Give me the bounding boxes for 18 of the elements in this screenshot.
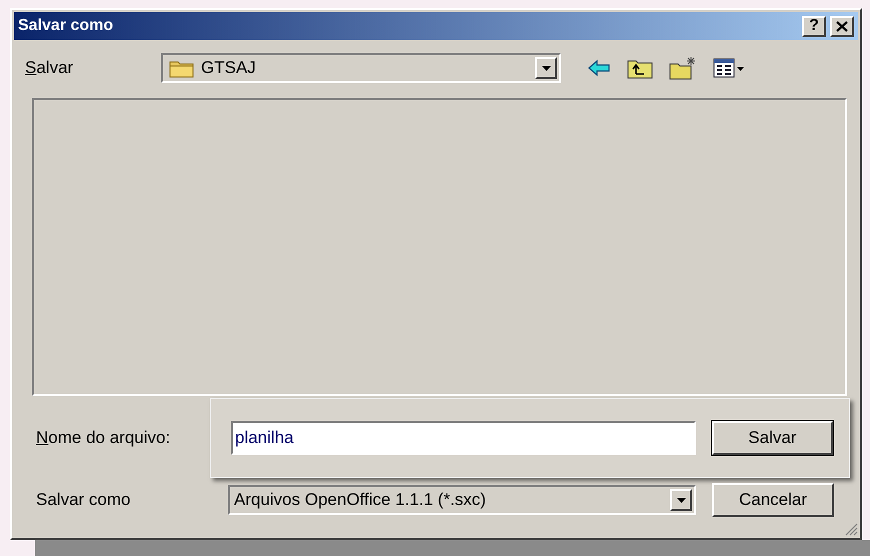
file-type-value: Arquivos OpenOffice 1.1.1 (*.sxc)	[234, 490, 487, 510]
cancel-button[interactable]: Cancelar	[712, 483, 834, 517]
back-arrow-icon[interactable]	[587, 59, 611, 77]
window-title: Salvar como	[18, 17, 114, 35]
save-in-label: Salvar	[25, 58, 74, 78]
view-menu-icon[interactable]	[713, 58, 745, 78]
new-folder-icon[interactable]	[669, 56, 697, 80]
resize-grip-icon[interactable]	[844, 522, 858, 536]
help-button[interactable]: ?	[802, 16, 826, 36]
file-type-label: Salvar como	[36, 490, 132, 510]
close-button[interactable]	[830, 16, 854, 36]
save-button[interactable]: Salvar	[712, 421, 833, 455]
file-name-label: Nome do arquivo:	[36, 428, 172, 448]
file-name-field[interactable]: planilha	[231, 421, 696, 455]
folder-name: GTSAJ	[201, 58, 257, 78]
file-type-dropdown[interactable]: Arquivos OpenOffice 1.1.1 (*.sxc)	[228, 485, 696, 515]
close-icon	[836, 20, 848, 32]
folder-dropdown[interactable]: GTSAJ	[161, 53, 561, 83]
